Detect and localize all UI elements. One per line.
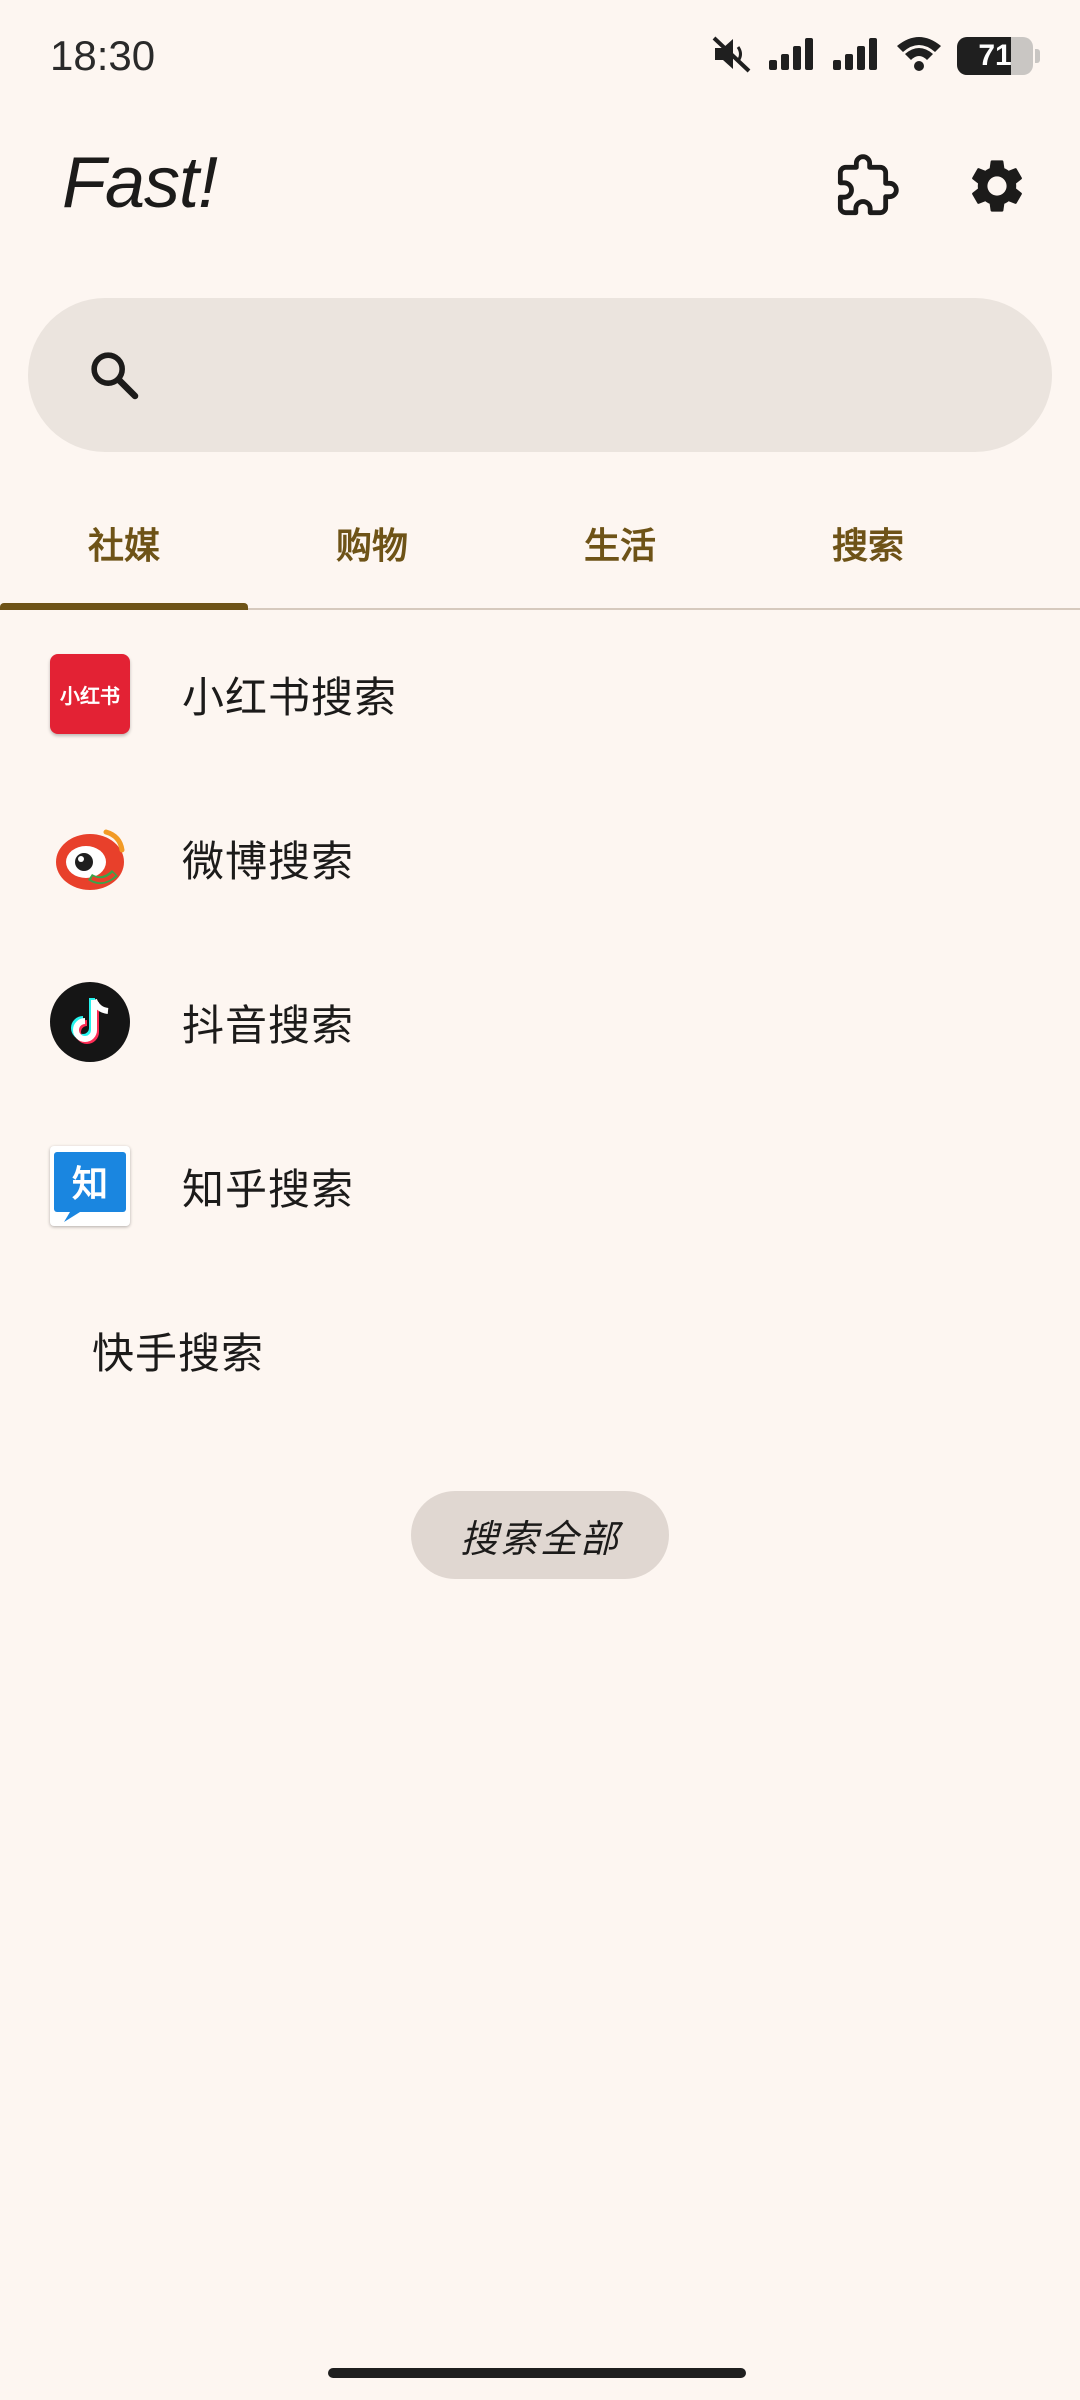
list-item-label: 微博搜索: [182, 836, 355, 886]
tab-search[interactable]: 搜索: [744, 478, 992, 608]
tab-shopping[interactable]: 购物: [248, 478, 496, 608]
tab-social[interactable]: 社媒: [0, 478, 248, 610]
xiaohongshu-icon-text: 小红书: [60, 683, 120, 708]
puzzle-icon: [835, 154, 899, 222]
search-engine-list: 小红书 小红书搜索 微博搜索 抖音搜索 知 知乎搜索 快手搜索: [0, 612, 1080, 1432]
search-all-button[interactable]: 搜索全部: [411, 1491, 669, 1579]
search-input[interactable]: [144, 298, 1052, 452]
list-item-weibo[interactable]: 微博搜索: [0, 776, 1080, 940]
status-icons: 71: [711, 34, 1040, 78]
list-item-zhihu[interactable]: 知 知乎搜索: [0, 1104, 1080, 1268]
gear-icon: [965, 154, 1029, 222]
mute-icon: [711, 34, 753, 78]
xiaohongshu-icon: 小红书: [50, 654, 130, 734]
status-time: 18:30: [50, 32, 156, 79]
zhihu-icon-text: 知: [72, 1164, 108, 1205]
douyin-icon: [50, 982, 130, 1062]
list-item-kuaishou[interactable]: 快手搜索: [0, 1268, 1080, 1432]
battery-icon: 71: [957, 37, 1040, 75]
list-item-label: 抖音搜索: [182, 1000, 355, 1050]
signal-icon: [767, 36, 817, 76]
list-item-label: 知乎搜索: [182, 1164, 355, 1214]
battery-level: 71: [978, 39, 1012, 72]
search-icon: [84, 345, 144, 405]
settings-button[interactable]: [957, 148, 1037, 228]
list-item-label: 快手搜索: [92, 1328, 265, 1378]
status-bar: 18:30 71: [0, 0, 1080, 118]
list-item-douyin[interactable]: 抖音搜索: [0, 940, 1080, 1104]
search-bar[interactable]: [28, 298, 1052, 452]
list-item-label: 小红书搜索: [182, 672, 398, 722]
signal-icon: [831, 36, 881, 76]
extensions-button[interactable]: [827, 148, 907, 228]
list-item-xiaohongshu[interactable]: 小红书 小红书搜索: [0, 612, 1080, 776]
app-screen: 18:30 71 Fast! 社媒 购物 生活 搜索 小红书 小红书搜索 微博搜…: [0, 0, 1080, 2400]
zhihu-icon: 知: [50, 1146, 130, 1226]
weibo-icon: [50, 818, 130, 898]
app-title: Fast!: [62, 143, 218, 223]
gesture-bar[interactable]: [328, 2368, 746, 2378]
wifi-icon: [895, 34, 943, 78]
category-tabs: 社媒 购物 生活 搜索: [0, 478, 1080, 610]
tab-life[interactable]: 生活: [496, 478, 744, 608]
